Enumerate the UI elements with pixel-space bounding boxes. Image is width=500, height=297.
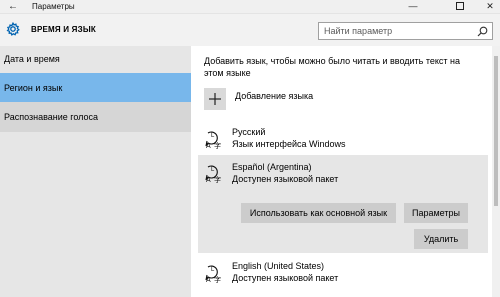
minimize-button[interactable]: — xyxy=(398,0,428,14)
title-bar: ← Параметры — ✕ xyxy=(0,0,500,14)
plus-icon xyxy=(209,93,221,105)
language-status: Доступен языковой пакет xyxy=(232,273,339,283)
set-default-language-button[interactable]: Использовать как основной язык xyxy=(241,203,396,223)
language-status: Доступен языковой пакет xyxy=(232,174,339,184)
sidebar-item-speech[interactable]: Распознавание голоса xyxy=(0,102,191,132)
search-input[interactable] xyxy=(324,25,469,37)
close-button[interactable]: ✕ xyxy=(475,0,500,14)
svg-text:字: 字 xyxy=(214,275,221,284)
window-title: Параметры xyxy=(32,2,75,11)
language-name: English (United States) xyxy=(232,261,325,271)
sidebar-item-region-language[interactable]: Регион и язык xyxy=(0,73,191,103)
svg-text:L: L xyxy=(211,267,215,273)
language-icon: L A 字 xyxy=(205,265,221,284)
maximize-button[interactable] xyxy=(445,0,475,14)
remove-language-button[interactable]: Удалить xyxy=(414,229,468,249)
search-box[interactable] xyxy=(318,22,493,40)
sidebar-item-date-time[interactable]: Дата и время xyxy=(0,44,191,74)
language-icon: L A 字 xyxy=(205,165,221,184)
language-item-english[interactable]: L A 字 English (United States) Доступен я… xyxy=(198,261,488,287)
svg-text:A: A xyxy=(206,143,211,150)
svg-text:字: 字 xyxy=(214,141,221,150)
language-options-button[interactable]: Параметры xyxy=(404,203,468,223)
gear-icon xyxy=(6,22,20,36)
scrollbar[interactable] xyxy=(492,46,500,297)
language-status: Язык интерфейса Windows xyxy=(232,139,346,149)
language-name: Русский xyxy=(232,127,266,137)
svg-text:A: A xyxy=(206,277,211,284)
plus-icon-box xyxy=(204,88,226,110)
search-icon[interactable] xyxy=(477,26,488,37)
svg-text:字: 字 xyxy=(214,175,221,184)
language-name: Español (Argentina) xyxy=(232,162,312,172)
section-title: ВРЕМЯ И ЯЗЫК xyxy=(31,25,96,34)
svg-text:A: A xyxy=(206,177,211,184)
intro-text: Добавить язык, чтобы можно было читать и… xyxy=(204,56,460,78)
scrollbar-thumb[interactable] xyxy=(494,56,498,206)
svg-text:L: L xyxy=(211,133,215,139)
add-language-label: Добавление языка xyxy=(235,91,314,101)
svg-text:L: L xyxy=(211,167,215,173)
language-item-russian[interactable]: L A 字 Русский Язык интерфейса Windows xyxy=(198,127,488,153)
maximize-icon xyxy=(456,1,464,10)
back-arrow-icon[interactable]: ← xyxy=(6,0,20,14)
language-icon: L A 字 xyxy=(205,131,221,150)
language-item-spanish[interactable]: L A 字 Español (Argentina) Доступен языко… xyxy=(198,155,488,253)
